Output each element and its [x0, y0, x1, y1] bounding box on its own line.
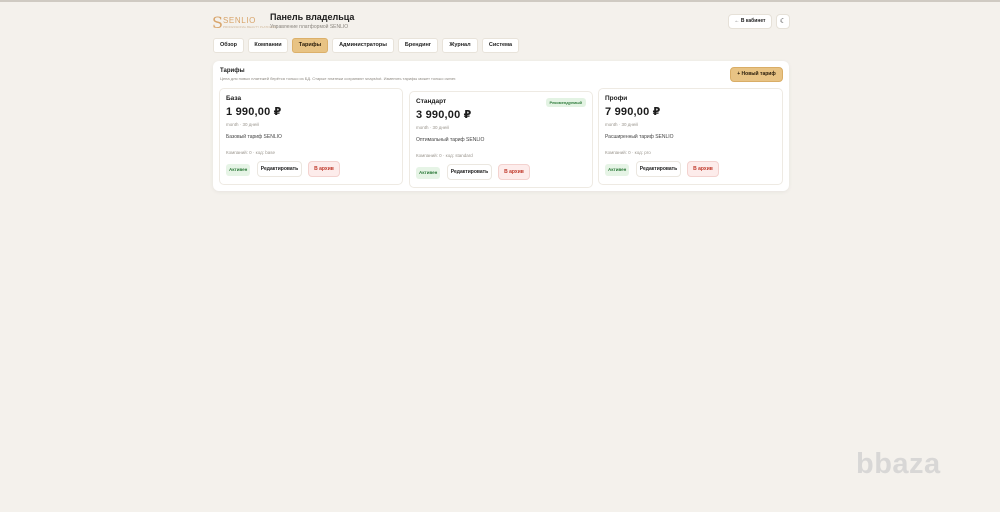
plan-price: 3 990,00 ₽: [416, 109, 472, 121]
plan-price: 7 990,00 ₽: [605, 106, 661, 118]
status-badge: Активен: [226, 164, 251, 176]
plan-meta: Компаний: 0 · код: base: [226, 150, 275, 155]
page-title: Панель владельца: [270, 12, 355, 22]
plan-price: 1 990,00 ₽: [226, 106, 282, 118]
plan-card-base: База 1 990,00 ₽ month · 30 дней Базовый …: [219, 88, 403, 185]
edit-button[interactable]: Редактировать: [257, 161, 302, 177]
plan-card-pro: Профи 7 990,00 ₽ month · 30 дней Расшире…: [598, 88, 783, 185]
watermark: bbaza: [856, 448, 941, 480]
back-to-cabinet-button[interactable]: ← В кабинет: [728, 14, 772, 29]
status-badge: Активен: [605, 164, 630, 176]
panel-title: Тарифы: [220, 68, 245, 74]
plan-card-standard: Стандарт Рекомендуемый 3 990,00 ₽ month …: [409, 91, 593, 188]
plan-description: Базовый тариф SENLIO: [226, 134, 282, 140]
panel-note: Цена для новых платежей берётся только и…: [220, 76, 457, 81]
top-divider: [0, 0, 1000, 2]
theme-toggle-button[interactable]: ☾: [776, 14, 790, 29]
new-tariff-button[interactable]: + Новый тариф: [730, 67, 783, 82]
plan-description: Оптимальный тариф SENLIO: [416, 137, 485, 143]
tab-branding[interactable]: Брендинг: [398, 38, 438, 53]
plan-meta: Компаний: 0 · код: standard: [416, 153, 473, 158]
archive-button[interactable]: В архив: [498, 164, 530, 180]
tariffs-panel: Тарифы Цена для новых платежей берётся т…: [213, 61, 789, 191]
tab-overview[interactable]: Обзор: [213, 38, 244, 53]
edit-button[interactable]: Редактировать: [636, 161, 681, 177]
tab-journal[interactable]: Журнал: [442, 38, 478, 53]
plan-period: month · 30 дней: [605, 122, 638, 127]
plan-name: Стандарт: [416, 98, 447, 105]
archive-button[interactable]: В архив: [308, 161, 340, 177]
edit-button[interactable]: Редактировать: [447, 164, 492, 180]
plan-description: Расширенный тариф SENLIO: [605, 134, 674, 140]
archive-button[interactable]: В архив: [687, 161, 719, 177]
plan-period: month · 30 дней: [416, 125, 449, 130]
plan-meta: Компаний: 0 · код: pro: [605, 150, 651, 155]
page-header: S SENLIO PROFESSIONAL BEAUTY PLATFORM Па…: [212, 12, 790, 34]
brand-mark: S: [212, 13, 223, 32]
tab-admins[interactable]: Администраторы: [332, 38, 394, 53]
plan-name: Профи: [605, 95, 628, 102]
status-badge: Активен: [416, 167, 441, 179]
tab-system[interactable]: Система: [482, 38, 519, 53]
moon-icon: ☾: [779, 18, 787, 25]
tab-companies[interactable]: Компании: [248, 38, 288, 53]
page-subtitle: Управление платформой SENLIO: [270, 24, 349, 30]
plan-name: База: [226, 95, 242, 102]
brand-logo: S SENLIO PROFESSIONAL BEAUTY PLATFORM: [212, 13, 276, 32]
plan-period: month · 30 дней: [226, 122, 259, 127]
tab-tariffs[interactable]: Тарифы: [292, 38, 328, 53]
recommended-badge: Рекомендуемый: [545, 98, 586, 107]
brand-tagline: PROFESSIONAL BEAUTY PLATFORM: [223, 25, 276, 29]
